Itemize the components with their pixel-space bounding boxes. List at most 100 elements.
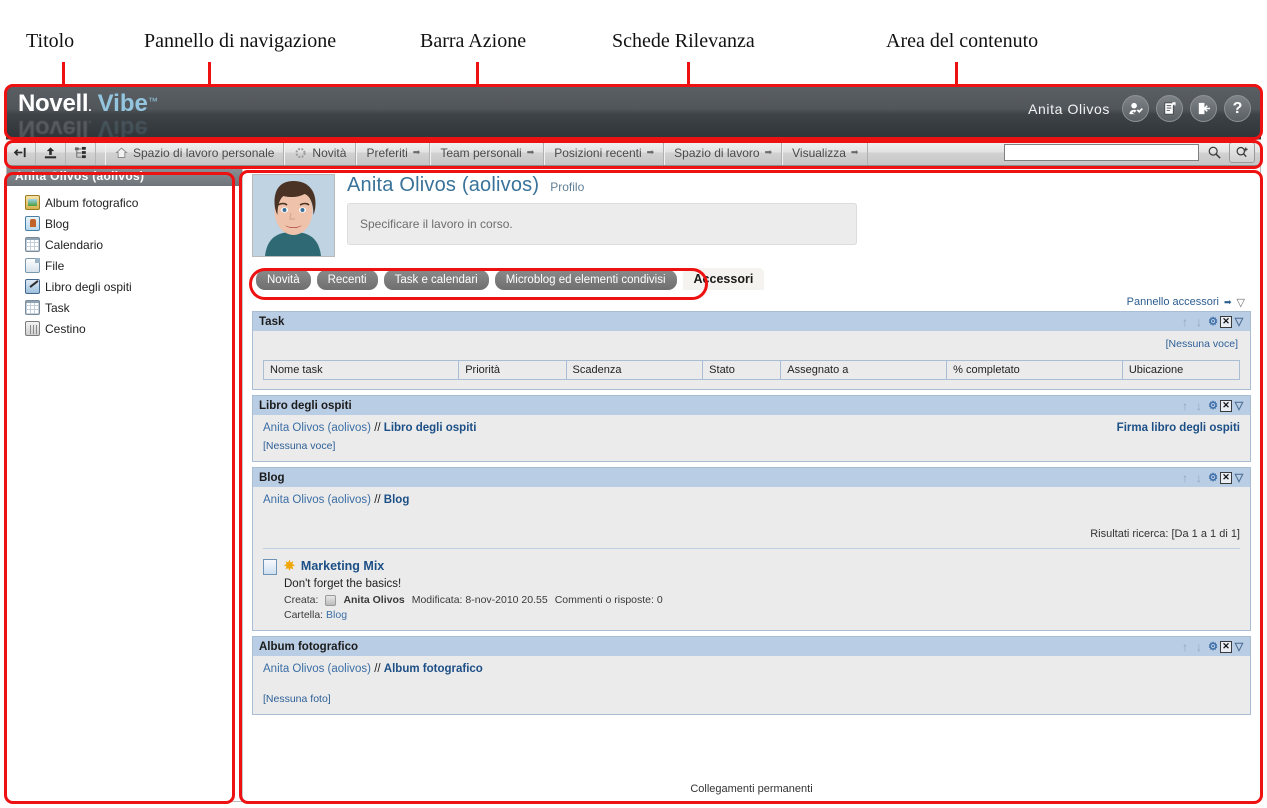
tab-novita[interactable]: Novità: [256, 270, 311, 290]
content-area: Anita Olivos (aolivos) Profilo Specifica…: [243, 166, 1260, 801]
close-icon[interactable]: ✕: [1220, 315, 1232, 328]
photo-album-icon: [25, 195, 40, 210]
file-icon: [25, 258, 40, 273]
annotation-label-content-area: Area del contenuto: [886, 30, 1039, 52]
gear-icon[interactable]: ⚙: [1206, 399, 1220, 413]
divider: [263, 548, 1240, 549]
collapse-icon[interactable]: ▽: [1232, 399, 1246, 413]
panel-guestbook-header: Libro degli ospiti ↑ ↓ ⚙ ✕ ▽: [253, 396, 1250, 415]
column-header-status[interactable]: Stato: [702, 360, 782, 380]
sidebar-item-photo-album[interactable]: Album fotografico: [25, 192, 242, 213]
column-header-location[interactable]: Ubicazione: [1121, 360, 1241, 380]
collapse-icon[interactable]: ▽: [1232, 640, 1246, 654]
tab-label: Microblog ed elementi condivisi: [505, 274, 666, 286]
breadcrumb-current[interactable]: Album fotografico: [384, 663, 483, 675]
collapse-icon[interactable]: ▽: [1232, 315, 1246, 329]
clipboard-icon[interactable]: [1156, 95, 1183, 122]
chevron-down-icon: ➡: [412, 147, 421, 157]
task-empty-message: [Nessuna voce]: [1165, 338, 1238, 350]
column-header-name[interactable]: Nome task: [262, 360, 460, 380]
search-input[interactable]: [1004, 144, 1199, 161]
sidebar-item-label: Album fotografico: [45, 195, 139, 210]
move-up-icon[interactable]: ↑: [1178, 640, 1192, 654]
chevron-down-icon[interactable]: ➡: [1224, 297, 1232, 308]
logout-icon[interactable]: [1190, 95, 1217, 122]
tree-button[interactable]: [66, 140, 96, 165]
back-button[interactable]: [6, 140, 36, 165]
move-down-icon[interactable]: ↓: [1192, 640, 1206, 654]
move-down-icon[interactable]: ↓: [1192, 315, 1206, 329]
sidebar-item-guestbook[interactable]: Libro degli ospiti: [25, 276, 242, 297]
move-up-icon[interactable]: ↑: [1178, 315, 1192, 329]
close-icon[interactable]: ✕: [1220, 471, 1232, 484]
help-icon-glyph: ?: [1232, 99, 1243, 117]
move-up-icon[interactable]: ↑: [1178, 399, 1192, 413]
column-header-due[interactable]: Scadenza: [565, 360, 704, 380]
tab-accessori[interactable]: Accessori: [682, 268, 765, 290]
blog-entry-description: Don't forget the basics!: [284, 578, 402, 590]
blog-entry-folder-row: Cartella: Blog: [284, 609, 663, 621]
advanced-search-icon[interactable]: [1229, 142, 1255, 163]
collapse-icon[interactable]: ▽: [1232, 471, 1246, 485]
help-icon[interactable]: ?: [1224, 95, 1251, 122]
user-profile-icon[interactable]: [1122, 95, 1149, 122]
avatar[interactable]: [252, 174, 335, 257]
tab-task-e-calendari[interactable]: Task e calendari: [383, 270, 489, 290]
move-up-icon[interactable]: ↑: [1178, 471, 1192, 485]
breadcrumb-current[interactable]: Blog: [384, 494, 410, 506]
close-icon[interactable]: ✕: [1220, 640, 1232, 653]
profile-name-line: Anita Olivos (aolivos) Profilo: [347, 174, 1251, 197]
blog-entry-title-row[interactable]: ✵ Marketing Mix: [284, 558, 663, 574]
tab-microblog[interactable]: Microblog ed elementi condivisi: [494, 270, 677, 290]
breadcrumb-owner[interactable]: Anita Olivos (aolivos): [263, 663, 371, 675]
blog-entry-folder-link[interactable]: Blog: [326, 609, 347, 621]
panel-guestbook-title: Libro degli ospiti: [259, 399, 352, 412]
nav-item-whats-new[interactable]: Novità: [284, 140, 357, 165]
panel-photo-album: Album fotografico ↑ ↓ ⚙ ✕ ▽ Anita Olivos…: [252, 636, 1251, 715]
breadcrumb-current[interactable]: Libro degli ospiti: [384, 422, 477, 434]
column-header-assigned[interactable]: Assegnato a: [780, 360, 948, 380]
sidebar-item-tasks[interactable]: Task: [25, 297, 242, 318]
new-item-star-icon: ✵: [284, 558, 295, 573]
logo-reflection: Novell. Vibe: [18, 115, 148, 139]
search-icon[interactable]: [1203, 142, 1225, 163]
sign-guestbook-link[interactable]: Firma libro degli ospiti: [1117, 422, 1240, 434]
close-icon[interactable]: ✕: [1220, 399, 1232, 412]
status-input[interactable]: Specificare il lavoro in corso.: [347, 203, 857, 245]
move-down-icon[interactable]: ↓: [1192, 471, 1206, 485]
task-icon: [25, 300, 40, 315]
breadcrumb-owner[interactable]: Anita Olivos (aolivos): [263, 494, 371, 506]
panel-guestbook-body: Anita Olivos (aolivos) // Libro degli os…: [253, 415, 1250, 461]
collapse-icon[interactable]: ▽: [1237, 296, 1245, 309]
gear-icon[interactable]: ⚙: [1206, 471, 1220, 485]
upload-button[interactable]: [36, 140, 66, 165]
calendar-icon: [25, 237, 40, 252]
nav-item-favorites[interactable]: Preferiti ➡: [356, 140, 431, 165]
nav-item-label: Visualizza: [792, 145, 846, 160]
column-header-completed[interactable]: % completato: [946, 360, 1123, 380]
table-header-row: Nome task Priorità Scadenza Stato Assegn…: [262, 360, 1241, 380]
gear-icon[interactable]: ⚙: [1206, 315, 1220, 329]
footer-permalinks[interactable]: Collegamenti permanenti: [243, 783, 1260, 795]
nav-item-my-teams[interactable]: Team personali ➡: [430, 140, 545, 165]
nav-item-view[interactable]: Visualizza ➡: [782, 140, 869, 165]
column-header-priority[interactable]: Priorità: [458, 360, 567, 380]
panel-task-title: Task: [259, 315, 285, 328]
breadcrumb-owner[interactable]: Anita Olivos (aolivos): [263, 422, 371, 434]
application-body: Anita Olivos (aolivos) Album fotografico…: [6, 166, 1261, 802]
nav-item-recent-places[interactable]: Posizioni recenti ➡: [544, 140, 665, 165]
accessory-panel-link[interactable]: Pannello accessori: [1127, 296, 1219, 308]
move-down-icon[interactable]: ↓: [1192, 399, 1206, 413]
sidebar-item-blog[interactable]: Blog: [25, 213, 242, 234]
gear-icon[interactable]: ⚙: [1206, 640, 1220, 654]
sidebar-item-calendar[interactable]: Calendario: [25, 234, 242, 255]
sidebar-item-files[interactable]: File: [25, 255, 242, 276]
novell-vibe-logo[interactable]: Novell. Vibe™: [18, 92, 158, 116]
tab-recenti[interactable]: Recenti: [316, 270, 378, 290]
sidebar-item-label: Calendario: [45, 237, 104, 252]
sidebar-item-trash[interactable]: Cestino: [25, 318, 242, 339]
profile-link[interactable]: Profilo: [550, 180, 584, 194]
nav-item-workspace[interactable]: Spazio di lavoro ➡: [664, 140, 783, 165]
panel-photo-album-header: Album fotografico ↑ ↓ ⚙ ✕ ▽: [253, 637, 1250, 656]
nav-item-personal-workspace[interactable]: Spazio di lavoro personale: [105, 140, 285, 165]
